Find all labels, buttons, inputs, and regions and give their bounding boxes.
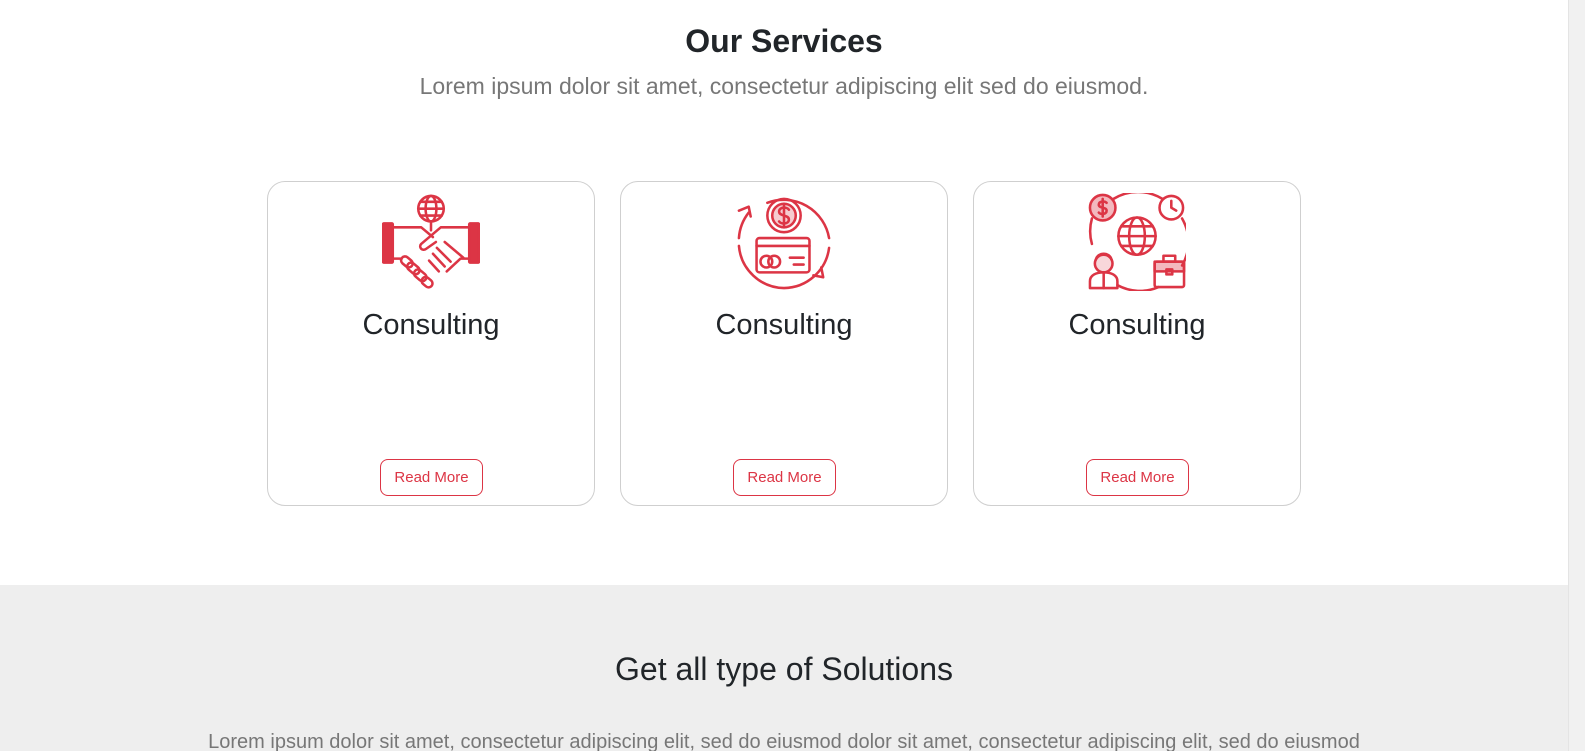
card-title: Consulting <box>1068 309 1206 341</box>
page: Our Services Lorem ipsum dolor sit amet,… <box>0 0 1585 751</box>
card-title: Consulting <box>362 309 500 341</box>
service-card: Consulting Read More <box>973 181 1301 506</box>
solutions-text: Lorem ipsum dolor sit amet, consectetur … <box>208 731 1360 751</box>
services-subtitle: Lorem ipsum dolor sit amet, consectetur … <box>419 73 1149 99</box>
global-business-icon <box>1088 193 1186 291</box>
services-title: Our Services <box>685 23 883 59</box>
solutions-title: Get all type of Solutions <box>615 651 953 687</box>
card-title: Consulting <box>715 309 853 341</box>
payment-cycle-icon <box>735 193 833 291</box>
read-more-button[interactable]: Read More <box>380 459 483 496</box>
read-more-button[interactable]: Read More <box>733 459 836 496</box>
scrollbar[interactable] <box>1568 0 1585 751</box>
read-more-button[interactable]: Read More <box>1086 459 1189 496</box>
handshake-globe-icon <box>382 193 480 291</box>
service-card: Consulting Read More <box>620 181 948 506</box>
service-card: Consulting Read More <box>267 181 595 506</box>
services-section: Our Services Lorem ipsum dolor sit amet,… <box>0 0 1568 585</box>
solutions-section: Get all type of Solutions Lorem ipsum do… <box>0 585 1568 751</box>
